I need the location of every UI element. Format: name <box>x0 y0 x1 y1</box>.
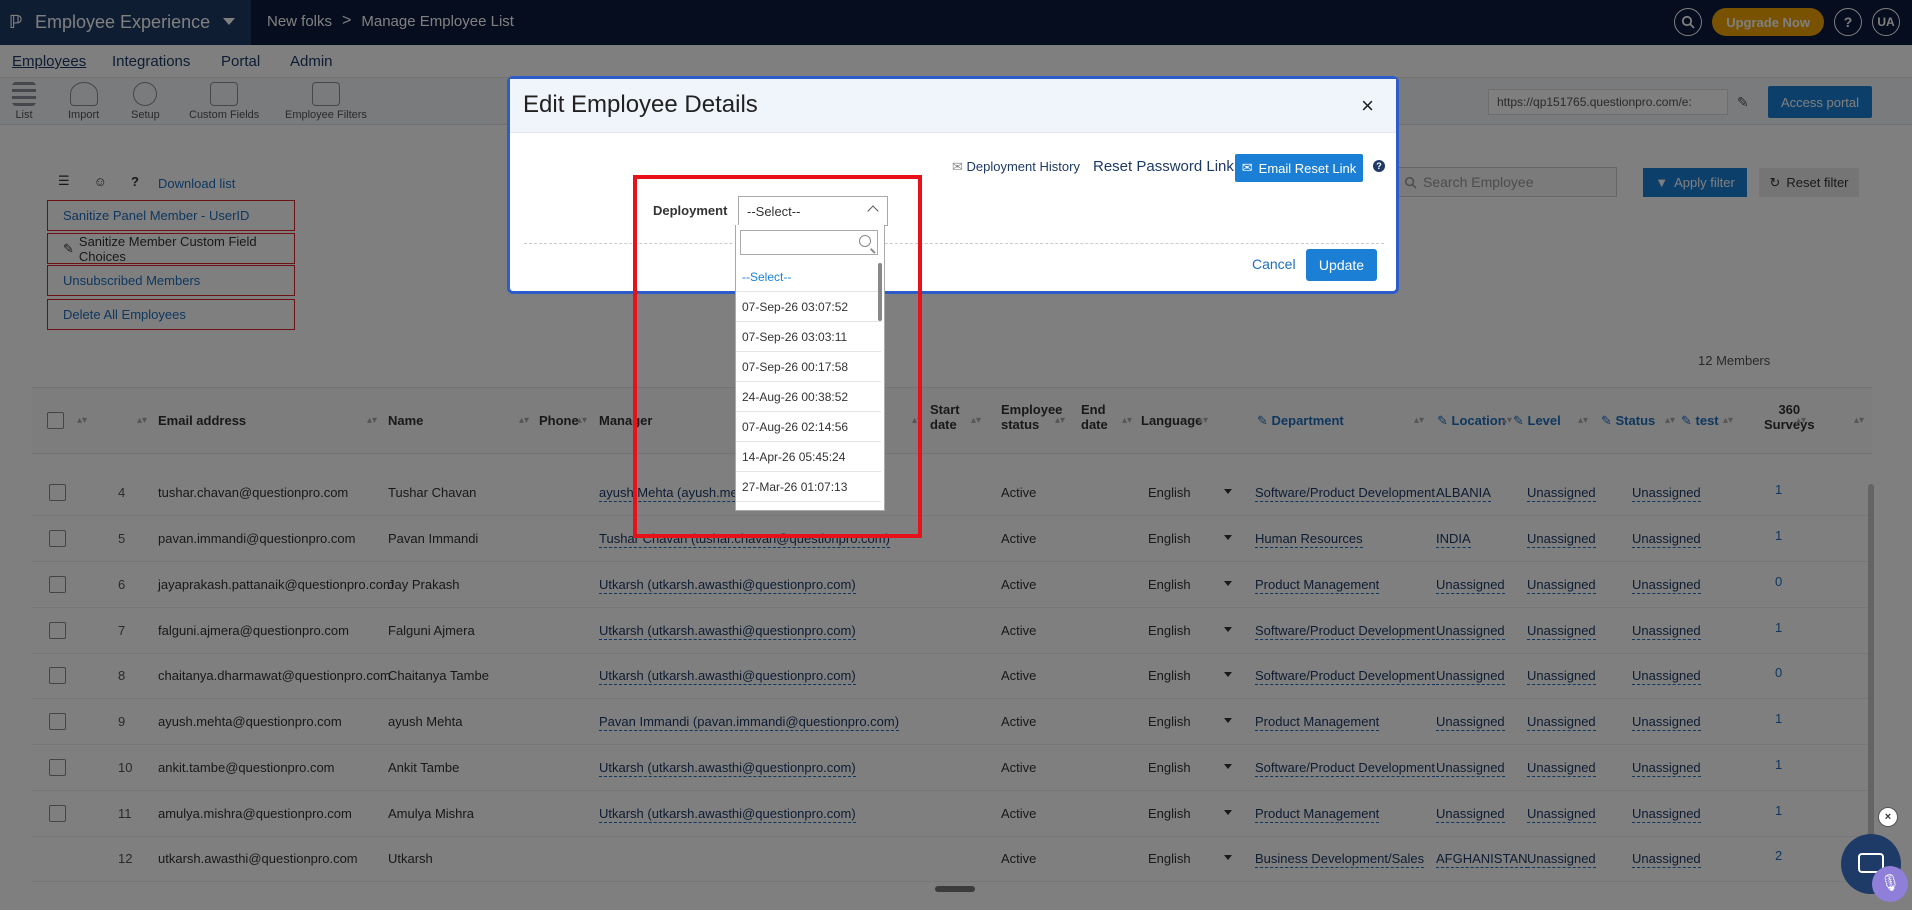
deployment-history-label: Deployment History <box>966 159 1080 174</box>
dialog-header: Edit Employee Details × <box>510 79 1396 133</box>
close-icon[interactable]: × <box>1878 807 1898 827</box>
cancel-button[interactable]: Cancel <box>1252 256 1296 272</box>
envelope-icon: ✉ <box>1241 160 1253 175</box>
highlight-box <box>633 175 922 538</box>
email-reset-link-button[interactable]: ✉ Email Reset Link <box>1235 154 1363 182</box>
help-icon[interactable]: ? <box>1373 160 1385 172</box>
microphone-icon[interactable]: 🎙 <box>1872 866 1908 902</box>
envelope-icon: ✉ <box>952 159 967 174</box>
dialog-title: Edit Employee Details <box>523 91 758 118</box>
close-icon[interactable]: × <box>1361 93 1374 119</box>
update-button[interactable]: Update <box>1306 249 1377 281</box>
deployment-history-link[interactable]: ✉ Deployment History <box>952 159 1080 175</box>
reset-password-link[interactable]: Reset Password Link <box>1093 158 1234 175</box>
email-reset-label: Email Reset Link <box>1258 160 1357 176</box>
